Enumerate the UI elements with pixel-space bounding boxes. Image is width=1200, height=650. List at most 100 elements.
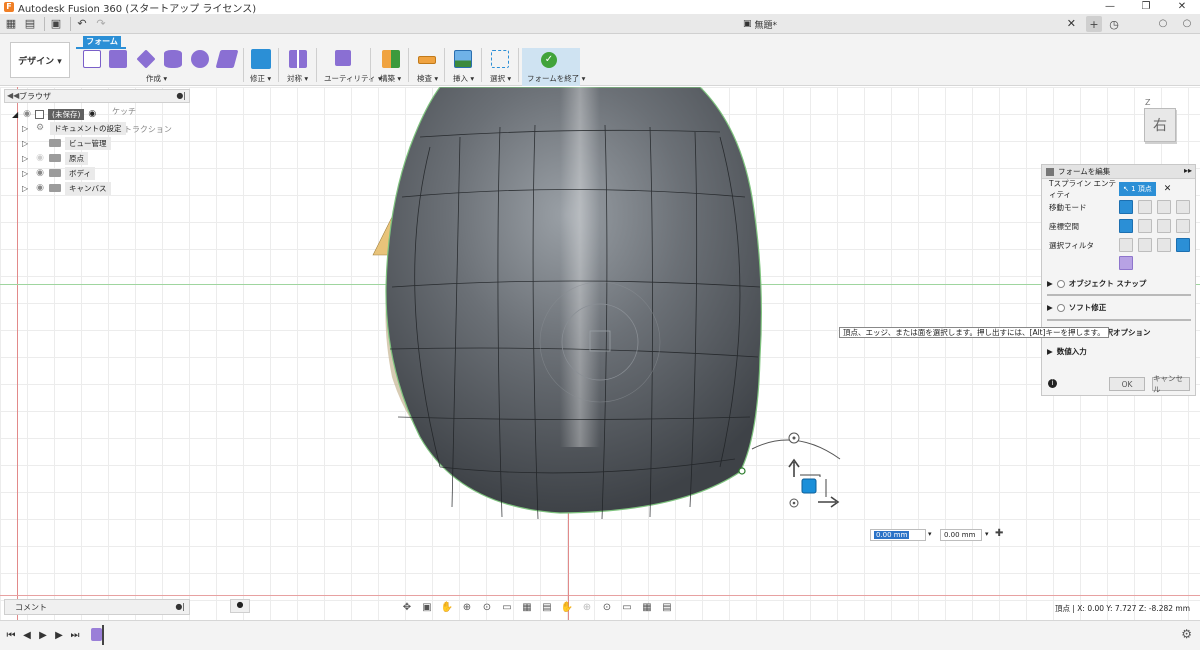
eye-icon[interactable]: ◉ [23, 109, 31, 119]
eye-icon[interactable]: ◉ [34, 183, 46, 193]
expand-icon[interactable]: ▷ [22, 139, 30, 148]
workspace-switcher[interactable]: デザイン ▾ [10, 42, 70, 78]
multi-view-icon[interactable]: ▤ [660, 600, 674, 614]
ok-button[interactable]: OK [1109, 377, 1145, 391]
maximize-button[interactable]: ❐ [1128, 0, 1164, 14]
comments-panel[interactable]: コメント ●| [4, 599, 190, 615]
environment-icon[interactable]: ▭ [620, 600, 634, 614]
inspect-menu[interactable]: 検査 ▾ [417, 73, 438, 84]
body-filter-icon[interactable] [1119, 256, 1133, 270]
tab-form[interactable]: フォーム [83, 36, 121, 47]
eye-hidden-icon[interactable]: ◉ [34, 153, 46, 163]
expand-section-icon[interactable]: ▶ [1047, 279, 1053, 288]
box-icon[interactable] [109, 50, 127, 68]
notifications-icon[interactable]: ○ [1180, 16, 1194, 30]
play-icon[interactable]: ▶ [38, 630, 48, 641]
redo-icon[interactable]: ↷ [93, 16, 109, 32]
vertex-filter-icon[interactable] [1119, 238, 1133, 252]
object-snap-section[interactable]: ▶ オブジェクト スナップ [1047, 278, 1146, 289]
zoom-window-icon[interactable]: ⊕ [580, 600, 594, 614]
grid-settings-icon[interactable]: ▦ [520, 600, 534, 614]
construct-menu[interactable]: 構築 ▾ [380, 73, 401, 84]
view-cube[interactable]: 右 [1144, 108, 1176, 142]
create-sketch-icon[interactable] [83, 50, 101, 68]
insert-image-icon[interactable] [454, 50, 472, 68]
browser-root[interactable]: ◢ ◉ (未保存) ◉ [12, 108, 96, 120]
parametric-space-icon[interactable] [1176, 219, 1190, 233]
minimize-button[interactable]: — [1092, 0, 1128, 14]
panel-header[interactable]: フォームを編集 ▸▸ [1042, 165, 1195, 179]
step-forward-icon[interactable]: ▶ [54, 630, 64, 641]
edge-filter-icon[interactable] [1138, 238, 1152, 252]
all-filter-icon[interactable] [1176, 238, 1190, 252]
file-menu-icon[interactable]: ▤ [22, 16, 38, 32]
history-icon[interactable]: ◷ [1106, 16, 1122, 32]
expand-icon[interactable]: ▷ [22, 184, 30, 193]
utility-menu[interactable]: ユーティリティ ▾ [324, 73, 382, 84]
expand-icon[interactable]: ▷ [22, 169, 30, 178]
clear-selection-icon[interactable]: ✕ [1164, 184, 1172, 194]
add-input-icon[interactable]: ✚ [995, 528, 1003, 539]
document-tab[interactable]: ▣ 無題* ✕ [440, 14, 1080, 34]
activate-radio-icon[interactable]: ◉ [88, 109, 96, 119]
viewport-canvas[interactable] [0, 87, 1200, 620]
orbit-icon[interactable]: ✥ [400, 600, 414, 614]
go-to-end-icon[interactable]: ⏭ [70, 630, 80, 641]
insert-menu[interactable]: 挿入 ▾ [453, 73, 474, 84]
x-value-input[interactable]: 0.00 mm [870, 529, 926, 541]
view-space-icon[interactable] [1138, 219, 1152, 233]
new-tab-icon[interactable]: + [1086, 16, 1102, 32]
local-space-icon[interactable] [1157, 219, 1171, 233]
construct-plane-icon[interactable] [382, 50, 400, 68]
selection-button[interactable]: ↖ 1 頂点 [1119, 182, 1156, 196]
expand-icon[interactable]: ◢ [12, 110, 18, 119]
y-value-input[interactable]: 0.00 mm [940, 529, 982, 541]
help-icon[interactable]: ○ [1156, 16, 1170, 30]
step-back-icon[interactable]: ◀ [22, 630, 32, 641]
effects-icon[interactable]: ▦ [640, 600, 654, 614]
soft-modification-checkbox[interactable] [1056, 303, 1065, 312]
expand-panel-icon[interactable]: ▸▸ [1184, 166, 1192, 175]
edit-form-icon[interactable] [251, 49, 271, 69]
measure-icon[interactable] [418, 56, 436, 64]
magnifier-icon[interactable]: ⊙ [600, 600, 614, 614]
timeline-settings-icon[interactable]: ⚙ [1181, 627, 1192, 641]
add-comment-icon[interactable]: ● [230, 599, 250, 613]
timeline-marker[interactable] [102, 625, 104, 645]
look-at-icon[interactable]: ▣ [420, 600, 434, 614]
collapse-icon[interactable]: ◀◀ [7, 91, 19, 100]
cylinder-icon[interactable] [164, 50, 182, 68]
symmetry-icon[interactable] [289, 50, 307, 68]
go-to-start-icon[interactable]: ⏮ [6, 630, 16, 641]
symmetry-menu[interactable]: 対称 ▾ [287, 73, 308, 84]
quadball-icon[interactable] [215, 50, 239, 68]
translation-icon[interactable] [1138, 200, 1152, 214]
create-menu[interactable]: 作成 ▾ [146, 73, 167, 84]
browser-options-icon[interactable]: ●| [176, 91, 186, 100]
modify-menu[interactable]: 修正 ▾ [250, 73, 271, 84]
form-feature-icon[interactable] [91, 628, 102, 641]
fit-icon[interactable]: ⊙ [480, 600, 494, 614]
object-snap-checkbox[interactable] [1056, 279, 1065, 288]
x-dropdown-icon[interactable]: ▾ [928, 530, 932, 538]
cancel-button[interactable]: キャンセル [1152, 374, 1190, 394]
browser-item-named-views[interactable]: ▷ ビュー管理 [22, 136, 111, 150]
rotation-icon[interactable] [1157, 200, 1171, 214]
selection-display-icon[interactable]: ✋ [560, 600, 574, 614]
expand-section-icon[interactable]: ▶ [1047, 303, 1053, 312]
y-dropdown-icon[interactable]: ▾ [985, 530, 989, 538]
browser-item-origin[interactable]: ▷ ◉ 原点 [22, 151, 88, 165]
utility-icon[interactable] [335, 50, 351, 66]
close-tab-icon[interactable]: ✕ [1067, 17, 1076, 30]
scale-icon[interactable] [1176, 200, 1190, 214]
save-icon[interactable]: ▣ [48, 16, 64, 32]
expand-section-icon[interactable]: ▶ [1047, 347, 1053, 356]
plane-icon[interactable] [136, 49, 156, 69]
pan-icon[interactable]: ✋ [440, 600, 454, 614]
zoom-icon[interactable]: ⊕ [460, 600, 474, 614]
info-icon[interactable]: i [1048, 379, 1057, 388]
browser-item-canvases[interactable]: ▷ ◉ キャンバス [22, 181, 111, 195]
viewports-icon[interactable]: ▤ [540, 600, 554, 614]
tspline-body[interactable] [0, 87, 1200, 620]
world-space-icon[interactable] [1119, 219, 1133, 233]
